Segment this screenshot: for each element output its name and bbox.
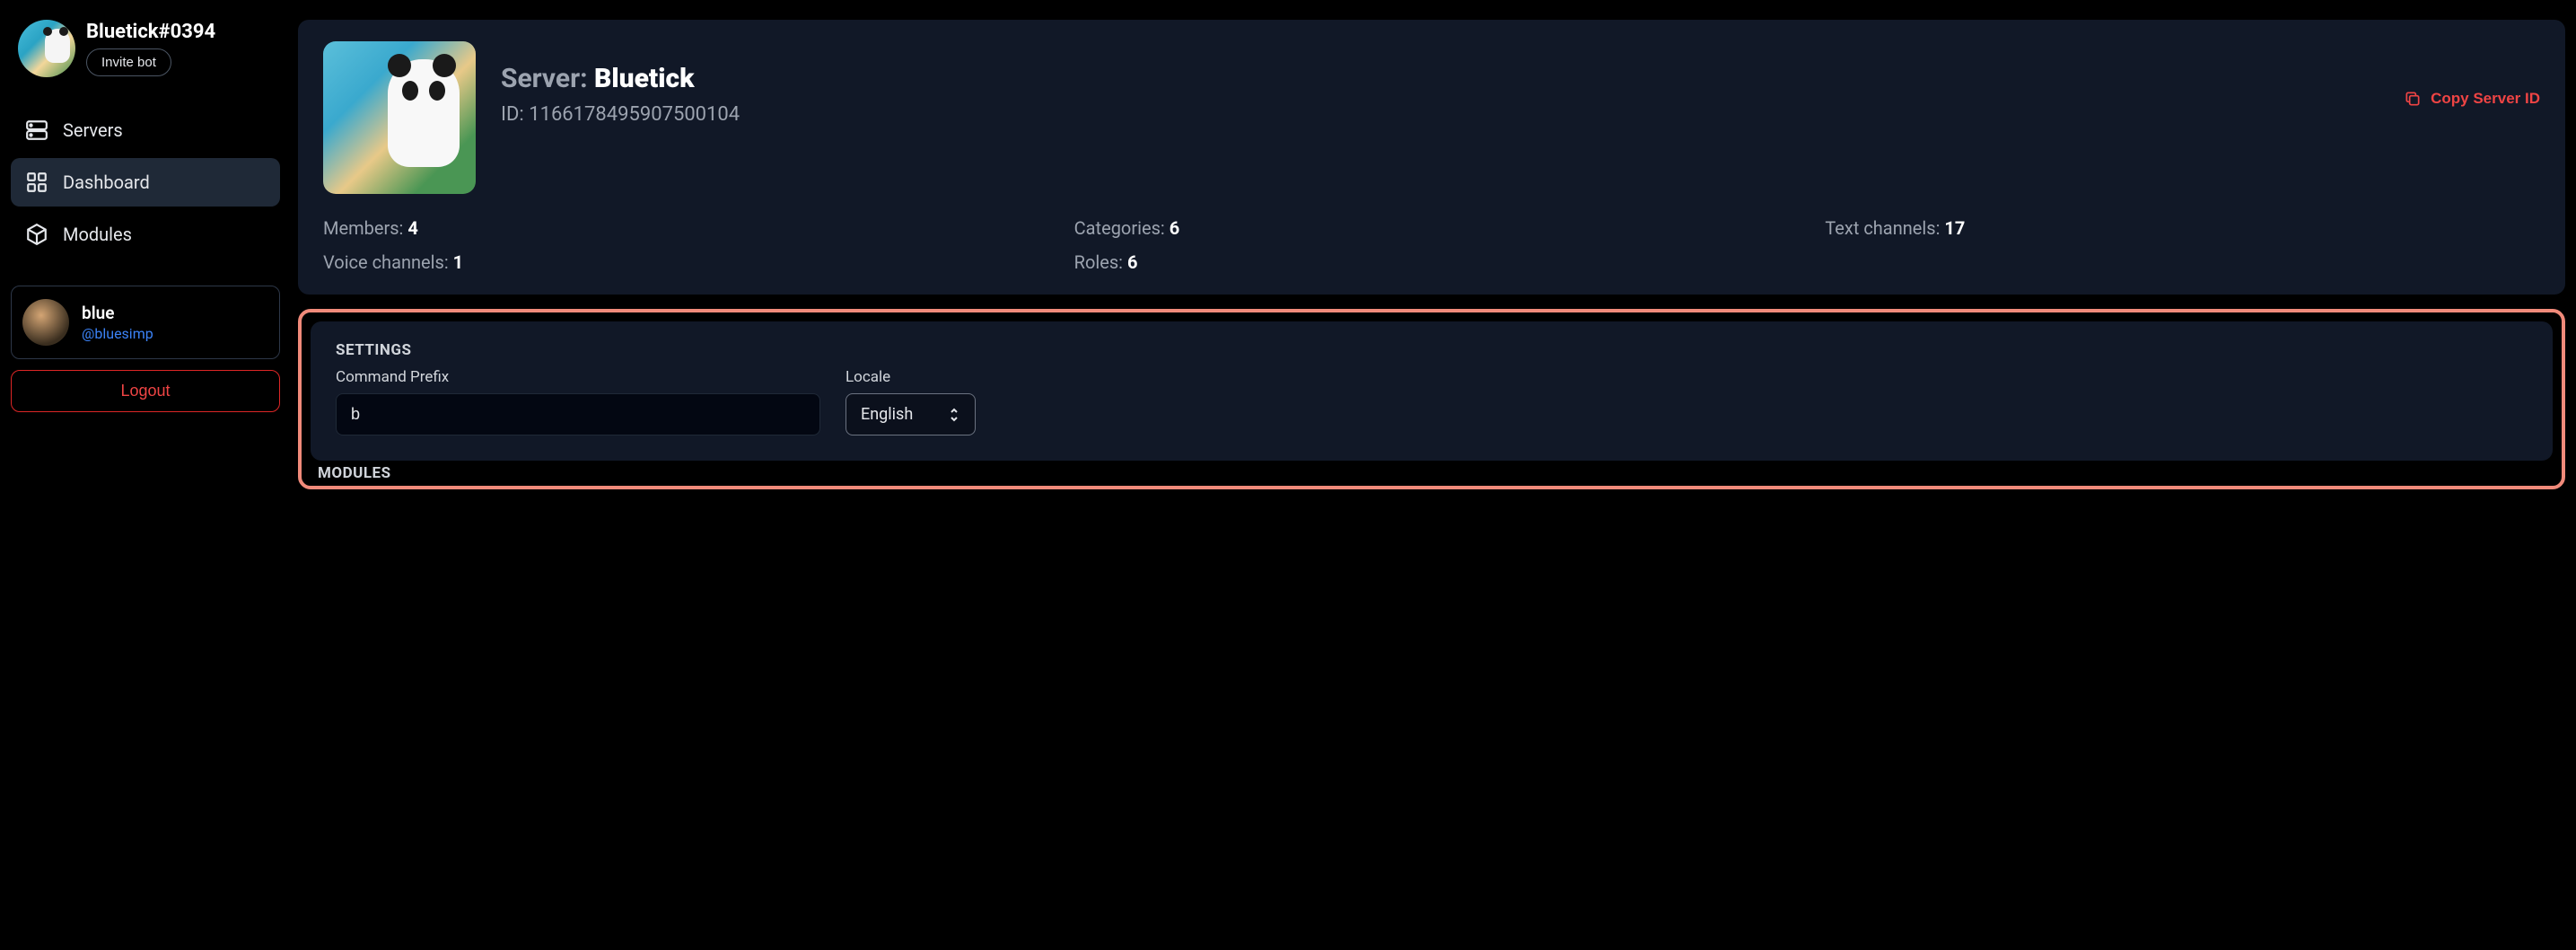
chevron-up-down-icon [948,407,960,423]
sidebar-item-dashboard[interactable]: Dashboard [11,158,280,207]
stat-value: 1 [453,251,463,273]
user-card[interactable]: blue @bluesimp [11,286,280,359]
server-avatar [323,41,476,194]
logout-button[interactable]: Logout [11,370,280,412]
user-name: blue [82,303,153,323]
stat-value: 4 [407,217,417,239]
stat-label: Categories: [1074,217,1165,239]
stat-value: 17 [1944,217,1965,239]
user-handle: @bluesimp [82,325,153,342]
server-id-value: 1166178495907500104 [529,103,740,126]
server-id: ID: 1166178495907500104 [501,103,740,126]
stat-text-channels: Text channels: 17 [1825,217,2540,239]
locale-value: English [861,405,913,424]
stat-value: 6 [1170,217,1179,239]
server-title-prefix: Server: [501,63,588,94]
server-title: Server: Bluetick [501,63,740,94]
copy-server-id-label: Copy Server ID [2431,90,2540,108]
stat-label: Roles: [1074,251,1123,273]
sidebar: Bluetick#0394 Invite bot Servers [11,11,280,489]
servers-icon [25,119,48,142]
bot-name: Bluetick#0394 [86,21,215,43]
stat-voice-channels: Voice channels: 1 [323,251,1038,273]
bot-avatar [18,20,75,77]
copy-server-id-button[interactable]: Copy Server ID [2404,63,2540,108]
invite-bot-button[interactable]: Invite bot [86,48,171,76]
locale-label: Locale [846,368,976,386]
sidebar-item-label: Modules [63,224,132,245]
sidebar-item-label: Dashboard [63,172,150,193]
stat-label: Text channels: [1825,217,1940,239]
bot-header: Bluetick#0394 Invite bot [11,11,280,88]
server-name: Bluetick [594,63,694,94]
stat-value: 6 [1127,251,1137,273]
stat-categories: Categories: 6 [1074,217,1790,239]
command-prefix-input[interactable] [336,393,820,435]
main-content: Server: Bluetick ID: 1166178495907500104 [298,11,2565,489]
stat-label: Voice channels: [323,251,449,273]
stat-label: Members: [323,217,403,239]
stat-roles: Roles: 6 [1074,251,1790,273]
server-info-card: Server: Bluetick ID: 1166178495907500104 [298,20,2565,295]
sidebar-item-servers[interactable]: Servers [11,106,280,154]
sidebar-item-label: Servers [63,119,123,141]
server-stats: Members: 4 Categories: 6 Text channels: … [323,217,2540,273]
settings-heading: SETTINGS [336,341,2528,359]
prefix-label: Command Prefix [336,368,820,386]
sidebar-nav: Servers Dashboard [11,106,280,259]
user-avatar [22,299,69,346]
server-id-label: ID: [501,103,524,126]
settings-card: SETTINGS Command Prefix Locale English [311,321,2553,461]
modules-heading: MODULES [311,464,2553,482]
copy-icon [2404,90,2422,108]
sidebar-item-modules[interactable]: Modules [11,210,280,259]
locale-select[interactable]: English [846,393,976,435]
stat-members: Members: 4 [323,217,1038,239]
settings-highlight: SETTINGS Command Prefix Locale English [298,309,2565,489]
modules-icon [25,223,48,246]
dashboard-icon [25,171,48,194]
